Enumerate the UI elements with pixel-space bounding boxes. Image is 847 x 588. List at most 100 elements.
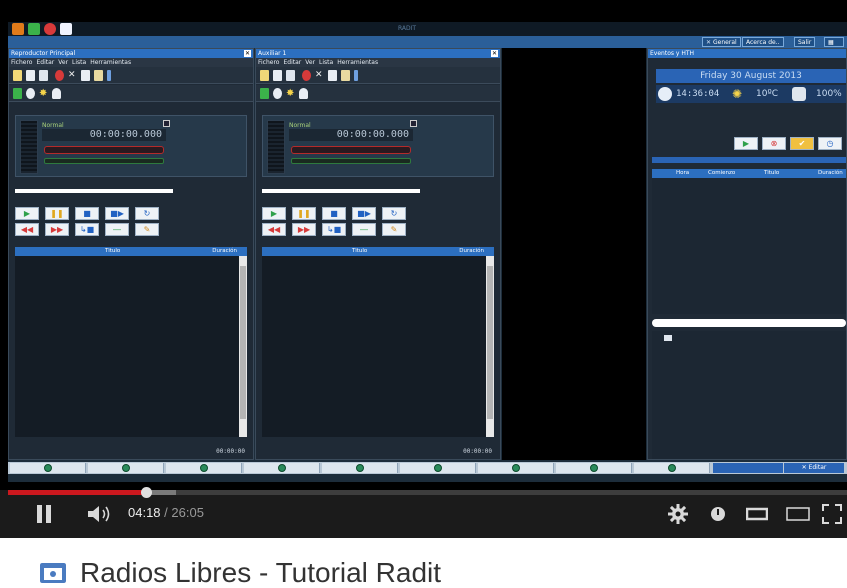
fade-button[interactable]: ― xyxy=(352,223,376,236)
event-clock-button[interactable]: ◷ xyxy=(818,137,842,150)
fullscreen-icon[interactable] xyxy=(822,504,842,524)
open-icon[interactable] xyxy=(26,70,35,81)
star-icon[interactable]: ✸ xyxy=(39,88,48,99)
video-player[interactable]: RADIT ✕ General Acerca de.. Salir ▦ Repro… xyxy=(0,0,847,490)
col-duration[interactable]: Duración xyxy=(818,169,843,178)
col-title[interactable]: Titulo xyxy=(105,247,120,256)
cart-slot[interactable] xyxy=(400,463,476,473)
menu-herramientas[interactable]: Herramientas xyxy=(337,59,378,66)
new-list-icon[interactable] xyxy=(260,70,269,81)
mode-dropdown-icon[interactable] xyxy=(410,120,417,127)
col-duration[interactable]: Duración xyxy=(459,247,484,256)
scrubber-handle[interactable] xyxy=(141,487,153,498)
menu-ver[interactable]: Ver xyxy=(58,59,68,66)
network-icon[interactable]: ▦ xyxy=(824,37,844,47)
loop-button[interactable]: ↻ xyxy=(382,207,406,220)
forward-button[interactable]: ▶▶ xyxy=(45,223,69,236)
next-button[interactable]: ■▶ xyxy=(352,207,376,220)
delete-icon[interactable] xyxy=(55,70,64,81)
cart-slot[interactable] xyxy=(10,463,86,473)
annotations-icon[interactable] xyxy=(710,506,726,522)
playlist-scrollbar[interactable] xyxy=(239,256,247,437)
play-mode[interactable]: Normal xyxy=(42,122,170,129)
folder-browser[interactable] xyxy=(652,331,846,459)
general-button[interactable]: ✕ General xyxy=(702,37,741,47)
save-icon[interactable] xyxy=(39,70,48,81)
cart-selector[interactable] xyxy=(713,463,783,473)
cut-icon[interactable]: ✕ xyxy=(315,70,324,81)
mic-icon[interactable] xyxy=(107,70,111,81)
next-button[interactable]: ■▶ xyxy=(105,207,129,220)
stop-button[interactable]: ■ xyxy=(75,207,99,220)
forward-button[interactable]: ▶▶ xyxy=(292,223,316,236)
play-mode[interactable]: Normal xyxy=(289,122,417,129)
pause-button[interactable]: ❚❚ xyxy=(45,207,69,220)
menu-fichero[interactable]: Fichero xyxy=(258,59,279,66)
seek-bar[interactable] xyxy=(8,487,847,498)
miniplayer-icon[interactable] xyxy=(746,506,768,522)
cloud-icon[interactable] xyxy=(52,88,61,99)
event-play-button[interactable]: ▶ xyxy=(734,137,758,150)
stop-button[interactable]: ■ xyxy=(322,207,346,220)
paste-icon[interactable] xyxy=(94,70,103,81)
brush-button[interactable]: ✎ xyxy=(382,223,406,236)
arrow-icon[interactable] xyxy=(260,88,269,99)
menu-editar[interactable]: Editar xyxy=(283,59,301,66)
theater-mode-icon[interactable] xyxy=(786,506,810,522)
cart-slot[interactable] xyxy=(166,463,242,473)
track-progress[interactable] xyxy=(262,189,420,193)
col-start[interactable]: Comienzo xyxy=(708,169,735,178)
track-progress[interactable] xyxy=(15,189,173,193)
menu-ver[interactable]: Ver xyxy=(305,59,315,66)
play-button[interactable]: ▶ xyxy=(262,207,286,220)
rewind-button[interactable]: ◀◀ xyxy=(262,223,286,236)
menu-editar[interactable]: Editar xyxy=(36,59,54,66)
star-icon[interactable]: ✸ xyxy=(286,88,295,99)
brush-button[interactable]: ✎ xyxy=(135,223,159,236)
menu-lista[interactable]: Lista xyxy=(72,59,86,66)
delete-icon[interactable] xyxy=(302,70,311,81)
close-icon[interactable]: ✕ xyxy=(244,50,251,57)
pause-button[interactable]: ❚❚ xyxy=(292,207,316,220)
copy-icon[interactable] xyxy=(81,70,90,81)
events-list[interactable] xyxy=(652,178,846,314)
clock-icon[interactable] xyxy=(273,88,282,99)
close-icon[interactable]: ✕ xyxy=(491,50,498,57)
volume-icon[interactable] xyxy=(86,504,114,524)
playlist[interactable] xyxy=(262,256,486,437)
video-title[interactable]: Radios Libres - Tutorial Radit xyxy=(80,556,441,588)
rewind-button[interactable]: ◀◀ xyxy=(15,223,39,236)
events-input[interactable] xyxy=(652,319,846,327)
col-title[interactable]: Titulo xyxy=(352,247,367,256)
playlist-scrollbar[interactable] xyxy=(486,256,494,437)
arrow-icon[interactable] xyxy=(13,88,22,99)
cart-slot[interactable] xyxy=(322,463,398,473)
col-title[interactable]: Titulo xyxy=(764,169,779,178)
mode-dropdown-icon[interactable] xyxy=(163,120,170,127)
cart-slot[interactable] xyxy=(556,463,632,473)
playlist[interactable] xyxy=(15,256,239,437)
menu-herramientas[interactable]: Herramientas xyxy=(90,59,131,66)
mic-icon[interactable] xyxy=(354,70,358,81)
edit-button[interactable]: ✕ Editar xyxy=(784,463,844,473)
cue-button[interactable]: ↳■ xyxy=(75,223,99,236)
clock-icon[interactable] xyxy=(26,88,35,99)
cart-slot[interactable] xyxy=(634,463,710,473)
menu-lista[interactable]: Lista xyxy=(319,59,333,66)
paste-icon[interactable] xyxy=(341,70,350,81)
cart-slot[interactable] xyxy=(478,463,554,473)
fade-button[interactable]: ― xyxy=(105,223,129,236)
copy-icon[interactable] xyxy=(328,70,337,81)
cut-icon[interactable]: ✕ xyxy=(68,70,77,81)
play-button[interactable]: ▶ xyxy=(15,207,39,220)
cart-slot[interactable] xyxy=(244,463,320,473)
cue-button[interactable]: ↳■ xyxy=(322,223,346,236)
event-check-button[interactable]: ✔ xyxy=(790,137,814,150)
col-time[interactable]: Hora xyxy=(676,169,689,178)
pause-icon[interactable] xyxy=(34,504,54,524)
event-stop-button[interactable]: ⊗ xyxy=(762,137,786,150)
col-duration[interactable]: Duración xyxy=(212,247,237,256)
menu-fichero[interactable]: Fichero xyxy=(11,59,32,66)
open-icon[interactable] xyxy=(273,70,282,81)
save-icon[interactable] xyxy=(286,70,295,81)
